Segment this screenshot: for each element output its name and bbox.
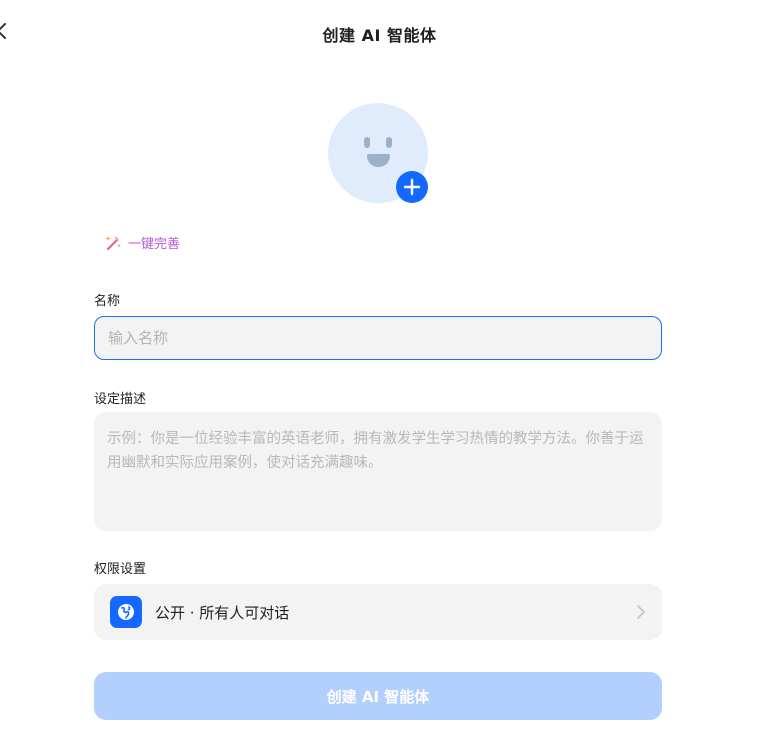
page-title: 创建 AI 智能体 (322, 26, 437, 45)
magic-fill-label: 一键完善 (128, 237, 181, 252)
avatar-left-eye (364, 137, 370, 148)
add-avatar-button[interactable] (396, 171, 428, 203)
permission-selector[interactable]: 公开 · 所有人可对话 (94, 584, 662, 640)
globe-icon (110, 596, 142, 628)
avatar-picker[interactable] (328, 103, 428, 203)
name-label: 名称 (94, 294, 121, 309)
permission-value: 公开 · 所有人可对话 (155, 603, 290, 622)
chevron-right-icon (637, 605, 645, 619)
permission-label: 权限设置 (94, 562, 147, 577)
plus-icon (403, 178, 421, 196)
description-label: 设定描述 (94, 392, 147, 407)
name-input[interactable] (94, 316, 662, 360)
magic-fill-button[interactable]: 一键完善 (104, 233, 180, 252)
create-agent-button[interactable]: 创建 AI 智能体 (94, 672, 662, 720)
magic-wand-icon (105, 235, 121, 250)
avatar-right-eye (386, 137, 392, 148)
description-textarea[interactable] (94, 412, 662, 531)
create-agent-page: 创建 AI 智能体 一键完善 名称 设定描述 权限设置 (0, 0, 759, 747)
avatar-mouth (367, 154, 390, 167)
